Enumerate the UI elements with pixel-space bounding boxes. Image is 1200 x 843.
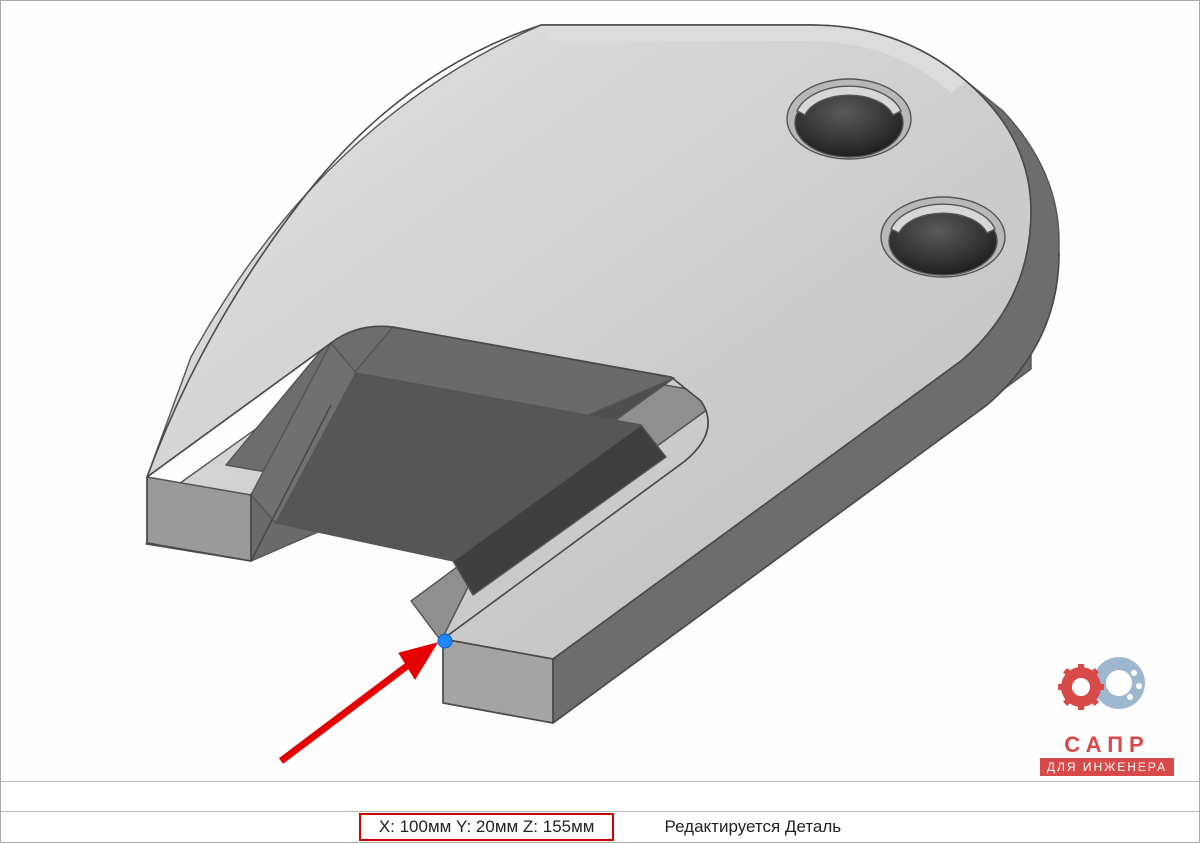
- viewport-3d[interactable]: [1, 1, 1199, 782]
- selected-vertex[interactable]: [438, 634, 452, 648]
- cad-part[interactable]: [146, 25, 1059, 723]
- edit-mode-label: Редактируется Деталь: [664, 817, 841, 837]
- app-frame: САПР ДЛЯ ИНЖЕНЕРА X: 100мм Y: 20мм Z: 15…: [0, 0, 1200, 843]
- logo-subtitle: ДЛЯ ИНЖЕНЕРА: [1040, 758, 1174, 776]
- status-bar-upper: [1, 781, 1199, 812]
- status-bar: X: 100мм Y: 20мм Z: 155мм Редактируется …: [1, 811, 1199, 842]
- logo-title: САПР: [1027, 732, 1187, 758]
- annotation-arrow: [281, 643, 437, 761]
- coordinates-readout: X: 100мм Y: 20мм Z: 155мм: [359, 813, 615, 841]
- watermark-logo: САПР ДЛЯ ИНЖЕНЕРА: [1027, 643, 1187, 776]
